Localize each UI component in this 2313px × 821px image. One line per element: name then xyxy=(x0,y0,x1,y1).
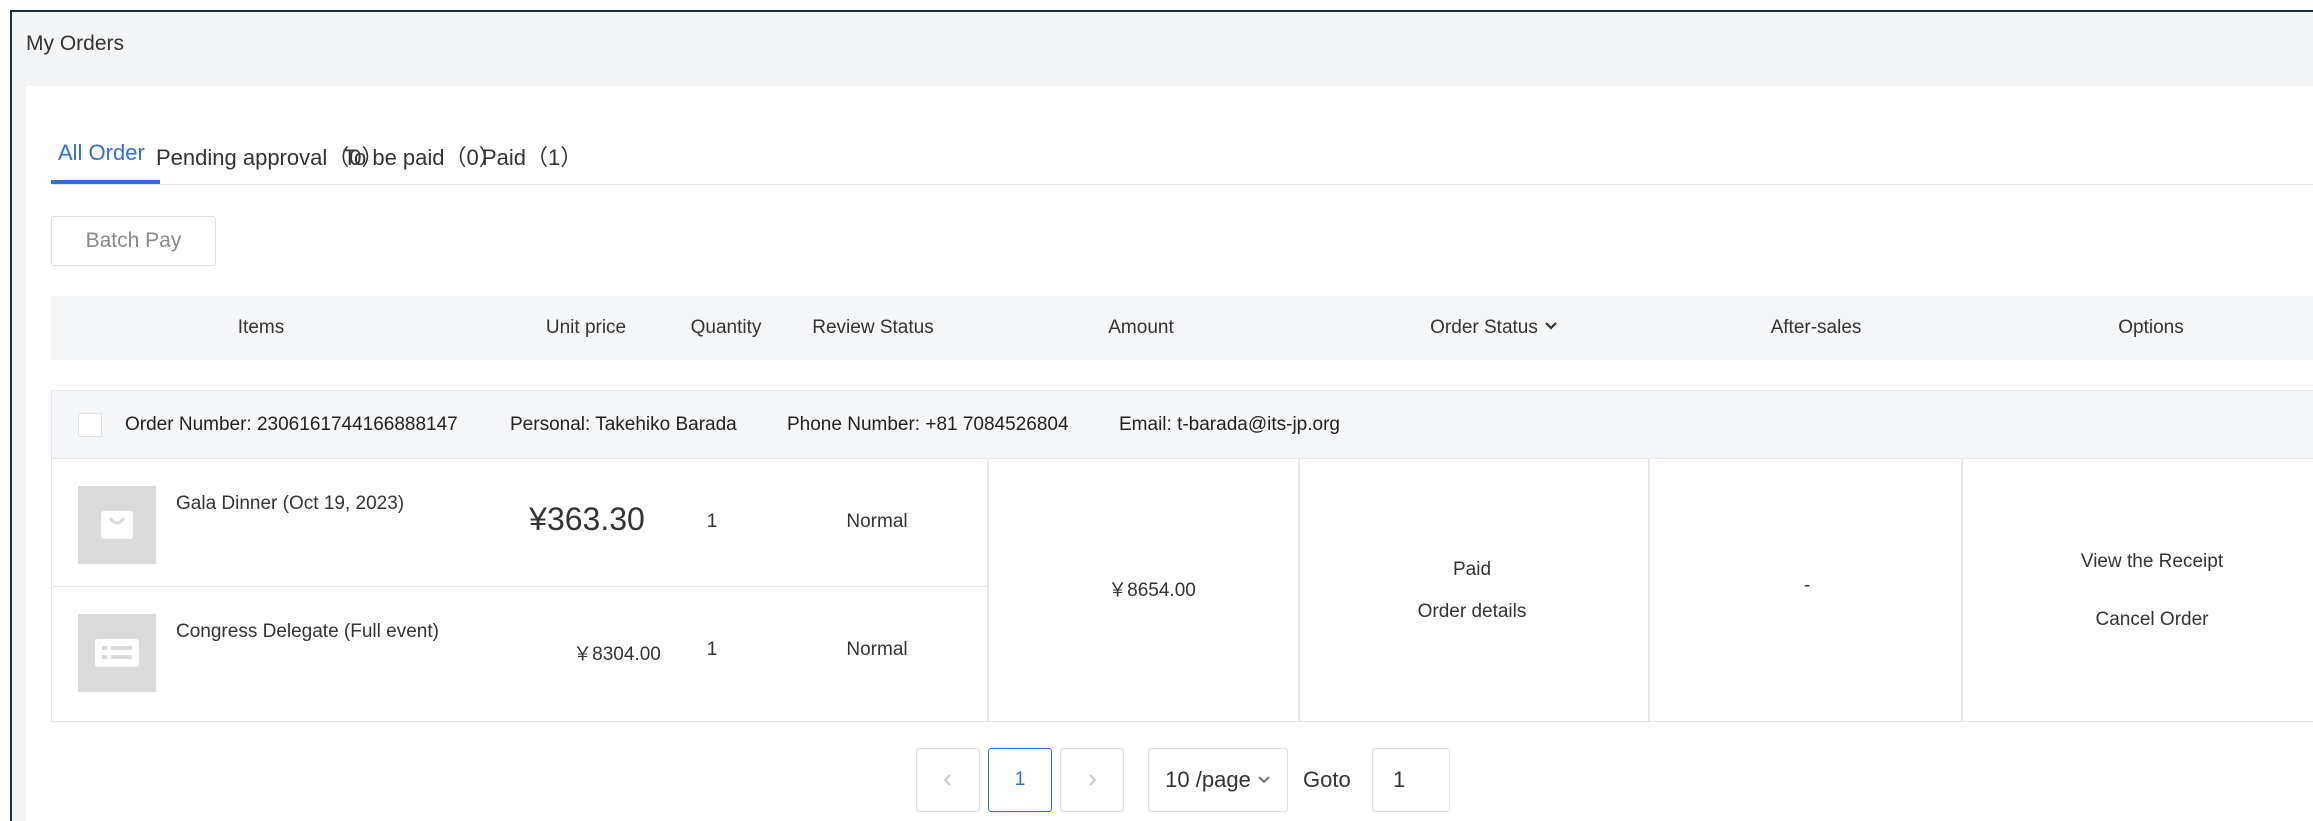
header-order-status[interactable]: Order Status xyxy=(1394,296,1594,360)
header-quantity: Quantity xyxy=(690,317,762,338)
chevron-left-icon xyxy=(943,774,951,786)
header-unit-price: Unit price xyxy=(545,317,627,338)
order-details-link[interactable]: Order details xyxy=(1382,601,1562,623)
ticket-list-icon xyxy=(95,639,139,667)
header-items: Items xyxy=(237,317,285,338)
order-status: Paid xyxy=(1452,559,1492,580)
view-receipt-link[interactable]: View the Receipt xyxy=(2062,551,2242,573)
order-select-checkbox[interactable] xyxy=(78,413,102,437)
item-thumbnail xyxy=(78,614,156,692)
item-quantity: 1 xyxy=(706,511,718,532)
order-tabs: All Order Pending approval（0） To be paid… xyxy=(51,86,2313,185)
prev-page-button[interactable] xyxy=(916,748,980,812)
item-quantity: 1 xyxy=(706,639,718,660)
page-number-button[interactable]: 1 xyxy=(988,748,1052,812)
column-divider xyxy=(987,459,989,721)
next-page-button[interactable] xyxy=(1060,748,1124,812)
cancel-order-link[interactable]: Cancel Order xyxy=(2062,609,2242,631)
page-size-select[interactable]: 10 /page xyxy=(1148,748,1288,812)
header-amount: Amount xyxy=(1108,317,1174,338)
header-review-status: Review Status xyxy=(812,317,934,338)
order-email: Email: t-barada@its-jp.org xyxy=(1119,414,1340,435)
header-order-status-label: Order Status xyxy=(1430,317,1538,338)
chevron-down-icon xyxy=(1258,776,1270,784)
table-header: Items Unit price Quantity Review Status … xyxy=(51,296,2313,360)
after-sales-value: - xyxy=(1803,575,1811,596)
page-title: My Orders xyxy=(26,32,125,55)
active-tab-indicator xyxy=(51,180,160,184)
chevron-down-icon xyxy=(1545,322,1557,331)
goto-page-input[interactable] xyxy=(1372,748,1450,812)
item-name: Gala Dinner (Oct 19, 2023) xyxy=(176,493,405,514)
item-unit-price: ¥363.30 xyxy=(529,501,645,537)
shopping-bag-icon xyxy=(101,511,133,539)
item-name: Congress Delegate (Full event) xyxy=(176,621,439,642)
order-amount: ￥8654.00 xyxy=(1108,580,1196,601)
table-row: Gala Dinner (Oct 19, 2023) ¥363.30 1 Nor… xyxy=(52,459,987,587)
orders-card: All Order Pending approval（0） To be paid… xyxy=(26,86,2313,821)
order-number: Order Number: 2306161744166888147 xyxy=(125,414,458,435)
order-phone: Phone Number: +81 7084526804 xyxy=(787,414,1069,435)
page-frame: My Orders All Order Pending approval（0） … xyxy=(10,10,2313,821)
item-review-status: Normal xyxy=(846,639,908,660)
order-personal: Personal: Takehiko Barada xyxy=(510,414,737,435)
order-card: Order Number: 2306161744166888147 Person… xyxy=(51,390,2313,722)
tab-paid[interactable]: Paid（1） xyxy=(482,140,582,172)
order-header: Order Number: 2306161744166888147 Person… xyxy=(52,391,2313,459)
batch-pay-button[interactable]: Batch Pay xyxy=(51,216,216,266)
tab-all-order[interactable]: All Order xyxy=(58,140,145,166)
header-options: Options xyxy=(2118,317,2184,338)
column-divider xyxy=(1298,459,1300,721)
goto-label: Goto xyxy=(1303,767,1351,792)
item-unit-price: ￥8304.00 xyxy=(573,644,661,665)
item-thumbnail xyxy=(78,486,156,564)
tab-to-be-paid[interactable]: To be paid（0） xyxy=(343,140,501,172)
column-divider xyxy=(1648,459,1650,721)
table-row: Congress Delegate (Full event) ￥8304.00 … xyxy=(52,587,987,715)
chevron-right-icon xyxy=(1089,774,1097,786)
page-size-label: 10 /page xyxy=(1165,767,1251,792)
header-after-sales: After-sales xyxy=(1770,317,1862,338)
column-divider xyxy=(1961,459,1963,721)
item-review-status: Normal xyxy=(846,511,908,532)
